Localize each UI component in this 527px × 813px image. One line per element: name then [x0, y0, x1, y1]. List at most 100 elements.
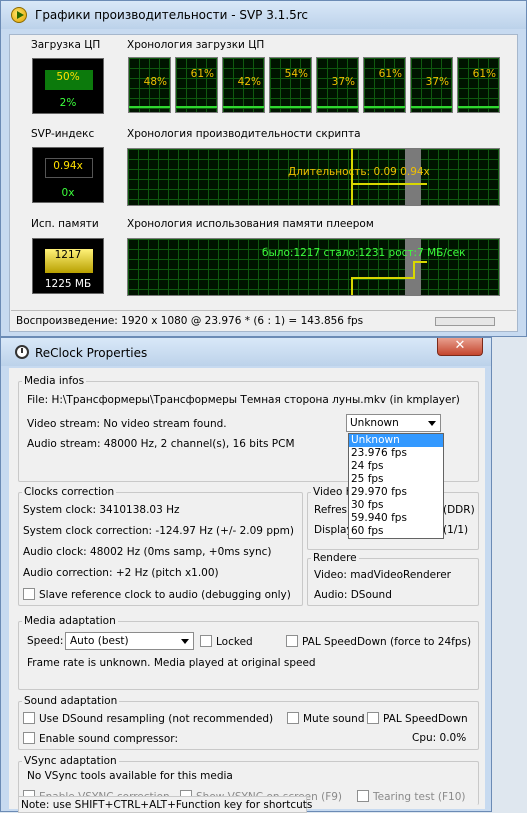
- graph-line: [353, 183, 427, 185]
- clocks-correction-label: Clocks correction: [22, 486, 117, 498]
- svp-graphs-panel: Загрузка ЦП Хронология загрузки ЦП 50% 2…: [9, 34, 518, 332]
- frame-rate-note: Frame rate is unknown. Media played at o…: [27, 657, 316, 669]
- cpu-core-line: [270, 106, 311, 108]
- svp-titlebar[interactable]: Графики производительности - SVP 3.1.5rc: [1, 1, 526, 29]
- slave-reference-checkbox[interactable]: Slave reference clock to audio (debuggin…: [23, 588, 291, 601]
- vsync-adaptation-label: VSync adaptation: [22, 755, 119, 767]
- reclock-window: ReClock Properties ✕ Media infos File: H…: [0, 337, 492, 813]
- speed-combo[interactable]: Auto (best): [65, 632, 194, 650]
- checkbox-box: [23, 732, 35, 744]
- cpu-core-line: [223, 106, 264, 108]
- cpu-core-graph-4: 54%: [269, 57, 312, 113]
- checkbox-box: [287, 712, 299, 724]
- reclock-properties-panel: Media infos File: H:\Трансформеры\Трансф…: [9, 368, 485, 813]
- svp-index-min: 0x: [61, 187, 75, 199]
- memory-step: [413, 261, 415, 279]
- option-24[interactable]: 24 fps: [349, 460, 443, 473]
- chevron-down-icon: [428, 421, 436, 426]
- cpu-core-graph-6: 61%: [363, 57, 406, 113]
- option-23976[interactable]: 23.976 fps: [349, 447, 443, 460]
- cpu-core-graph-2: 61%: [175, 57, 218, 113]
- chevron-down-icon: [181, 639, 189, 644]
- option-60[interactable]: 60 fps: [349, 525, 443, 538]
- audio-stream-info: Audio stream: 48000 Hz, 2 channel(s), 16…: [27, 438, 295, 450]
- tearing-test-checkbox[interactable]: Tearing test (F10): [357, 790, 466, 803]
- use-dsound-label: Use DSound resampling (not recommended): [39, 713, 274, 725]
- shortcut-note: Note: use SHIFT+CTRL+ALT+Function key fo…: [21, 799, 313, 811]
- status-progress: [435, 317, 495, 326]
- cpu-core-graph-1: 48%: [128, 57, 171, 113]
- cpu-core-value: 37%: [425, 76, 449, 88]
- refresh-label: Refres: [314, 504, 347, 516]
- memory-line-2: [413, 261, 427, 263]
- frame-rate-dropdown: Unknown 23.976 fps 24 fps 25 fps 29.970 …: [348, 433, 444, 539]
- pal-speeddown-force-label: PAL SpeedDown (force to 24fps): [302, 636, 472, 648]
- cpu-core-line: [458, 106, 499, 108]
- pal-speeddown-force-checkbox[interactable]: PAL SpeedDown (force to 24fps): [286, 635, 471, 648]
- option-25[interactable]: 25 fps: [349, 473, 443, 486]
- refresh-value: (DDR): [443, 504, 475, 516]
- option-30[interactable]: 30 fps: [349, 499, 443, 512]
- speed-combo-value: Auto (best): [70, 635, 129, 647]
- close-button[interactable]: ✕: [437, 338, 483, 356]
- memory-graph: было:1217 стало:1231 рост:7 МБ/сек: [127, 238, 500, 296]
- clock-icon: [15, 345, 29, 359]
- cpu-core-value: 48%: [143, 76, 167, 88]
- memory-value: 1217: [54, 249, 82, 261]
- slave-reference-label: Slave reference clock to audio (debuggin…: [39, 589, 291, 601]
- system-clock: System clock: 3410138.03 Hz: [23, 504, 180, 516]
- script-performance-graph: Длительность: 0.09 0.94x: [127, 148, 500, 206]
- display-label: Display: [314, 524, 353, 536]
- cpu-load-label: Загрузка ЦП: [31, 39, 101, 51]
- memory-history-label: Хронология использования памяти плеером: [127, 218, 374, 230]
- reclock-titlebar[interactable]: ReClock Properties ✕: [1, 338, 491, 366]
- cpu-core-line: [317, 106, 358, 108]
- use-dsound-checkbox[interactable]: Use DSound resampling (not recommended): [23, 712, 273, 725]
- option-unknown[interactable]: Unknown: [349, 434, 443, 447]
- locked-label: Locked: [216, 636, 253, 648]
- mute-sound-label: Mute sound: [303, 713, 365, 725]
- system-clock-correction: System clock correction: -124.97 Hz (+/-…: [23, 525, 294, 537]
- checkbox-box: [357, 790, 369, 802]
- mute-sound-checkbox[interactable]: Mute sound: [287, 712, 365, 725]
- svp-status-bar: Воспроизведение: 1920 x 1080 @ 23.976 * …: [11, 310, 516, 331]
- memory-growth-text: было:1217 стало:1231 рост:7 МБ/сек: [262, 247, 466, 259]
- checkbox-box: [23, 588, 35, 600]
- svp-app-icon: [11, 7, 27, 23]
- cpu-core-graph-3: 42%: [222, 57, 265, 113]
- svp-index-label: SVP-индекс: [31, 128, 95, 140]
- script-duration-text: Длительность: 0.09 0.94x: [288, 166, 430, 178]
- frame-rate-combo-value: Unknown: [350, 417, 399, 429]
- option-59940[interactable]: 59.940 fps: [349, 512, 443, 525]
- locked-checkbox[interactable]: Locked: [200, 635, 253, 648]
- cpu-core-line: [364, 106, 405, 108]
- file-path: File: H:\Трансформеры\Трансформеры Темна…: [27, 394, 460, 406]
- checkbox-box: [367, 712, 379, 724]
- cpu-load-value: 50%: [56, 71, 80, 83]
- cpu-load-meter: 50% 2%: [32, 58, 104, 114]
- cpu-core-value: 61%: [190, 68, 214, 80]
- pal-speeddown-checkbox[interactable]: PAL SpeedDown: [367, 712, 468, 725]
- clocks-correction-group: Clocks correction System clock: 3410138.…: [18, 486, 303, 606]
- cpu-core-value: 37%: [331, 76, 355, 88]
- svp-index-meter: 0.94x 0x: [32, 147, 104, 203]
- enable-compressor-checkbox[interactable]: Enable sound compressor:: [23, 732, 178, 745]
- memory-usage-label: Исп. памяти: [31, 218, 99, 230]
- speed-label: Speed:: [27, 635, 64, 647]
- cpu-history-label: Хронология загрузки ЦП: [127, 39, 265, 51]
- frame-rate-combo[interactable]: Unknown: [346, 414, 441, 432]
- renderers-group: Rendere Video: madVideoRenderer Audio: D…: [307, 552, 479, 606]
- sound-adaptation-label: Sound adaptation: [22, 695, 120, 707]
- shortcut-note-box: Note: use SHIFT+CTRL+ALT+Function key fo…: [18, 796, 312, 813]
- cpu-load-min: 2%: [59, 97, 77, 109]
- checkbox-box: [286, 635, 298, 647]
- cpu-usage: Cpu: 0.0%: [412, 732, 467, 744]
- audio-clock: Audio clock: 48002 Hz (0ms samp, +0ms sy…: [23, 546, 272, 558]
- memory-total: 1225 МБ: [44, 278, 92, 290]
- option-29970[interactable]: 29.970 fps: [349, 486, 443, 499]
- reclock-window-title: ReClock Properties: [35, 346, 148, 360]
- enable-compressor-label: Enable sound compressor:: [39, 733, 178, 745]
- cpu-core-graph-7: 37%: [410, 57, 453, 113]
- cpu-core-line: [129, 106, 170, 108]
- video-stream-info: Video stream: No video stream found.: [27, 418, 227, 430]
